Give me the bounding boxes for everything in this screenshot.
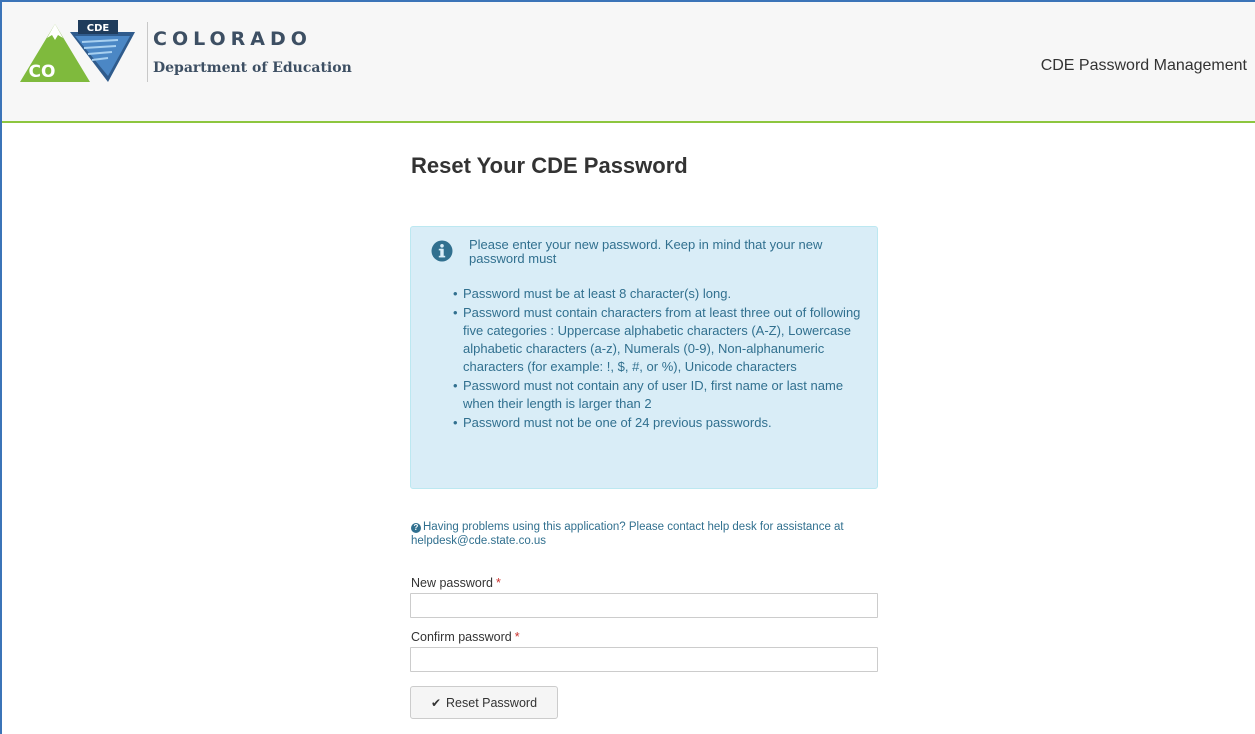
- org-name: COLORADO: [153, 28, 312, 50]
- new-password-input[interactable]: [410, 593, 878, 618]
- reset-password-button[interactable]: ✔ Reset Password: [410, 686, 558, 719]
- help-desk-text: Having problems using this application? …: [411, 521, 844, 547]
- help-desk-notice: ? Having problems using this application?…: [411, 520, 891, 548]
- required-marker: *: [514, 630, 520, 644]
- logo-state-text: CO: [29, 62, 56, 82]
- requirement-item: • Password must not be one of 24 previous…: [453, 415, 772, 430]
- app-title: CDE Password Management: [1040, 57, 1247, 74]
- cde-logo[interactable]: CDE CO: [20, 20, 135, 84]
- requirement-item: • Password must be at least 8 character(s…: [453, 286, 732, 301]
- confirm-password-label: Confirm password *: [411, 630, 520, 644]
- org-subtitle: Department of Education: [153, 60, 352, 76]
- logo-divider: [147, 22, 148, 82]
- page-title: Reset Your CDE Password: [411, 153, 688, 178]
- question-circle-icon: ?: [411, 523, 421, 533]
- requirements-intro: Please enter your new password. Keep in …: [469, 237, 823, 266]
- new-password-label-text: New password: [411, 576, 493, 590]
- requirement-text: Password must contain characters from at…: [463, 305, 861, 374]
- requirement-item: • Password must not contain any of user I…: [453, 378, 844, 411]
- password-requirements-alert: Please enter your new password. Keep in …: [410, 226, 878, 489]
- reset-password-label: Reset Password: [446, 695, 538, 710]
- requirement-item: • Password must contain characters from a…: [453, 305, 861, 374]
- requirement-text: Password must be at least 8 character(s)…: [463, 286, 732, 301]
- confirm-password-label-text: Confirm password: [411, 630, 512, 644]
- logo-badge-text: CDE: [87, 23, 110, 34]
- info-circle-icon: [431, 240, 453, 262]
- requirements-list: • Password must be at least 8 character(s…: [453, 285, 863, 433]
- checkmark-icon: ✔: [430, 695, 442, 710]
- confirm-password-input[interactable]: [410, 647, 878, 672]
- required-marker: *: [495, 576, 501, 590]
- new-password-label: New password *: [411, 576, 501, 590]
- requirement-text: Password must not be one of 24 previous …: [463, 415, 772, 430]
- site-header: CDE CO COLORADO Department of Education …: [2, 2, 1255, 123]
- requirement-text: Password must not contain any of user ID…: [463, 378, 844, 411]
